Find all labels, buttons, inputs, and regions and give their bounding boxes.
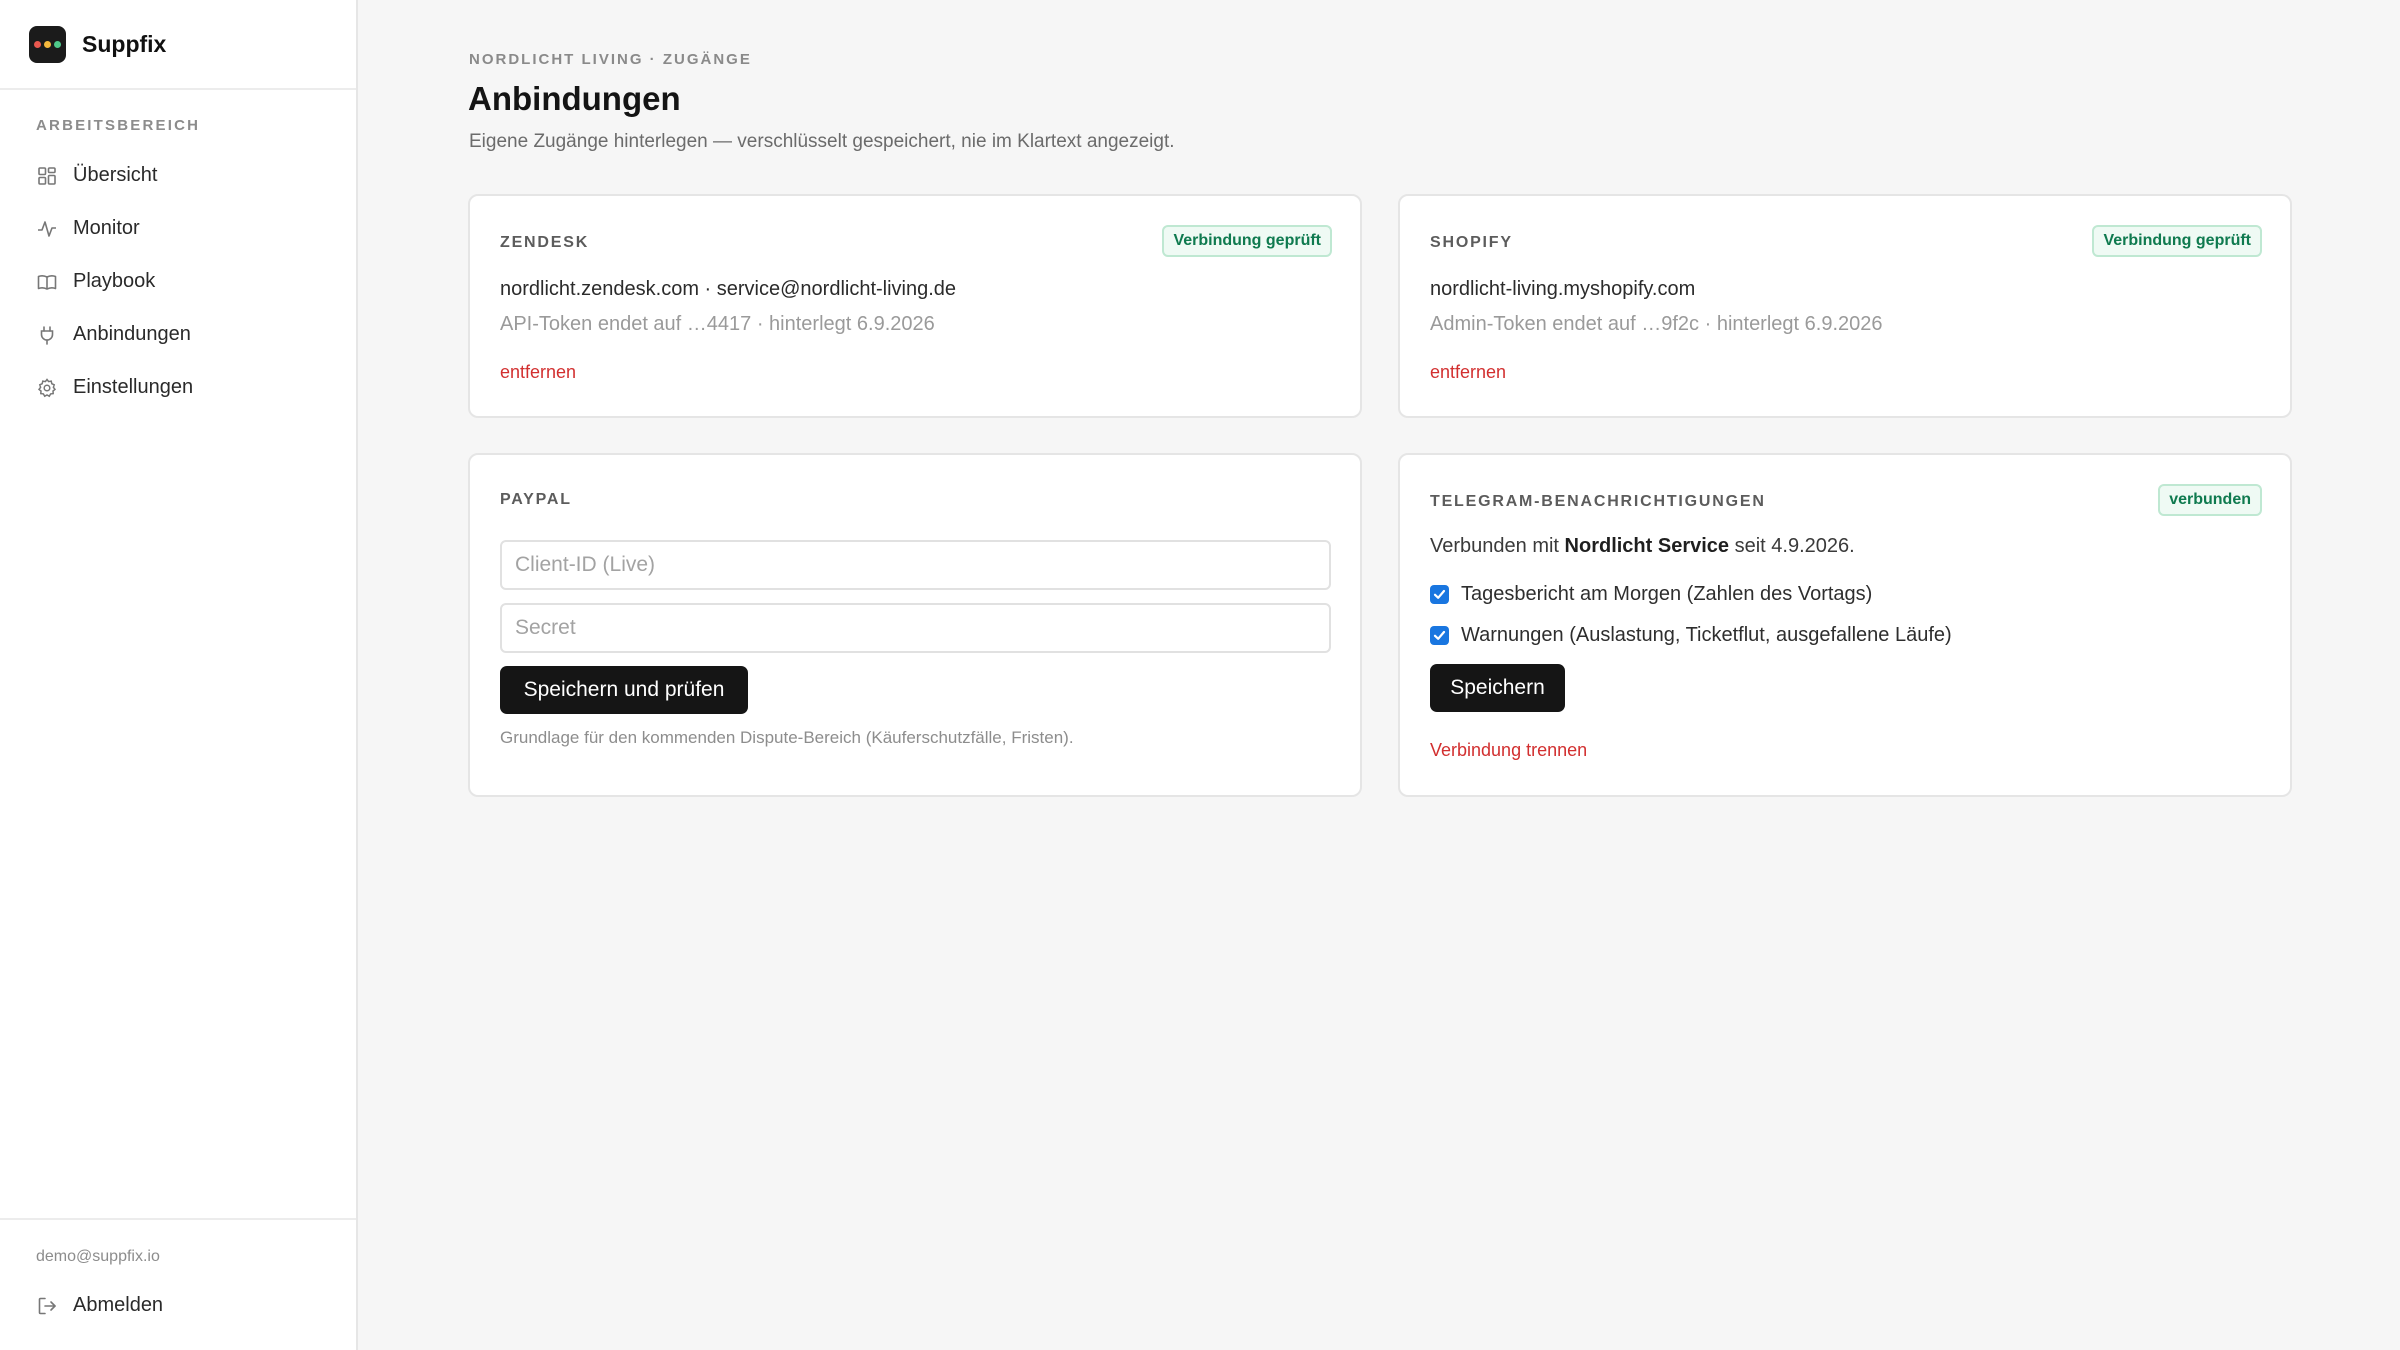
checkmark-icon bbox=[1433, 589, 1446, 599]
sidebar-item-label: Playbook bbox=[73, 270, 156, 292]
sidebar-item-monitor[interactable]: Monitor bbox=[0, 202, 356, 255]
plug-icon bbox=[36, 324, 58, 346]
sidebar: Suppfix ARBEITSBEREICH Übersicht Monitor bbox=[0, 0, 358, 1350]
logo-dot-red bbox=[34, 40, 41, 48]
connected-account-name: Nordlicht Service bbox=[1564, 535, 1730, 557]
book-icon bbox=[36, 271, 58, 293]
sidebar-item-label: Anbindungen bbox=[73, 323, 191, 345]
token-info: Admin-Token endet auf …9f2c · hinterlegt… bbox=[1430, 313, 1883, 335]
sidebar-item-anbindungen[interactable]: Anbindungen bbox=[0, 308, 356, 361]
warnings-checkbox[interactable] bbox=[1430, 626, 1449, 645]
page-title: Anbindungen bbox=[468, 80, 681, 117]
connected-prefix: Verbunden mit bbox=[1430, 535, 1565, 557]
connected-suffix: seit 4.9.2026. bbox=[1729, 535, 1855, 557]
sidebar-item-playbook[interactable]: Playbook bbox=[0, 255, 356, 308]
telegram-connection-text: Verbunden mit Nordlicht Service seit 4.9… bbox=[1430, 535, 1855, 558]
status-badge: Verbindung geprüft bbox=[1162, 225, 1332, 257]
sidebar-nav: Übersicht Monitor Playbook Anbindungen E… bbox=[0, 149, 356, 414]
breadcrumb: NORDLICHT LIVING · ZUGÄNGE bbox=[469, 51, 752, 68]
paypal-card: PAYPAL Speichern und prüfen Grundlage fü… bbox=[468, 453, 1362, 797]
card-title: TELEGRAM-BENACHRICHTIGUNGEN bbox=[1430, 493, 1766, 510]
page-subtitle: Eigene Zugänge hinterlegen — verschlüsse… bbox=[469, 131, 1175, 152]
shopify-card: SHOPIFY Verbindung geprüft nordlicht-liv… bbox=[1398, 194, 2292, 418]
user-email: demo@suppfix.io bbox=[36, 1248, 160, 1265]
app-logo-icon bbox=[29, 25, 66, 63]
remove-link[interactable]: entfernen bbox=[1430, 362, 1506, 383]
grid-icon bbox=[36, 165, 58, 187]
client-id-input[interactable] bbox=[500, 540, 1331, 590]
daily-report-label: Tagesbericht am Morgen (Zahlen des Vorta… bbox=[1461, 583, 1873, 605]
secret-input[interactable] bbox=[500, 603, 1331, 653]
sidebar-item-uebersicht[interactable]: Übersicht bbox=[0, 149, 356, 202]
paypal-hint: Grundlage für den kommenden Dispute-Bere… bbox=[500, 728, 1074, 747]
logout-button[interactable]: Abmelden bbox=[36, 1294, 163, 1317]
connection-details: nordlicht-living.myshopify.com bbox=[1430, 278, 1696, 300]
daily-report-checkbox[interactable] bbox=[1430, 585, 1449, 604]
sidebar-item-label: Übersicht bbox=[73, 164, 158, 186]
logout-label: Abmelden bbox=[73, 1294, 164, 1316]
telegram-card: TELEGRAM-BENACHRICHTIGUNGEN verbunden Ve… bbox=[1398, 453, 2292, 797]
status-badge: verbunden bbox=[2158, 484, 2262, 516]
sidebar-footer: demo@suppfix.io Abmelden bbox=[0, 1218, 356, 1350]
disconnect-link[interactable]: Verbindung trennen bbox=[1430, 740, 1587, 761]
warnings-option[interactable]: Warnungen (Auslastung, Ticketflut, ausge… bbox=[1430, 624, 1952, 647]
warnings-label: Warnungen (Auslastung, Ticketflut, ausge… bbox=[1461, 624, 1952, 646]
daily-report-option[interactable]: Tagesbericht am Morgen (Zahlen des Vorta… bbox=[1430, 583, 1872, 606]
sidebar-section-label: ARBEITSBEREICH bbox=[36, 117, 201, 134]
brand[interactable]: Suppfix bbox=[0, 0, 356, 90]
sidebar-item-label: Monitor bbox=[73, 217, 140, 239]
token-info: API-Token endet auf …4417 · hinterlegt 6… bbox=[500, 313, 935, 335]
logo-dot-yellow bbox=[44, 40, 51, 48]
logo-dot-green bbox=[54, 40, 61, 48]
card-title: SHOPIFY bbox=[1430, 234, 1513, 251]
logout-icon bbox=[36, 1295, 58, 1317]
save-and-verify-button[interactable]: Speichern und prüfen bbox=[500, 666, 748, 714]
checkmark-icon bbox=[1433, 630, 1446, 640]
status-badge: Verbindung geprüft bbox=[2092, 225, 2262, 257]
card-title: PAYPAL bbox=[500, 491, 572, 508]
card-title: ZENDESK bbox=[500, 234, 590, 251]
activity-icon bbox=[36, 218, 58, 240]
remove-link[interactable]: entfernen bbox=[500, 362, 576, 383]
app-name: Suppfix bbox=[82, 30, 167, 57]
sidebar-item-label: Einstellungen bbox=[73, 376, 194, 398]
sidebar-item-einstellungen[interactable]: Einstellungen bbox=[0, 361, 356, 414]
zendesk-card: ZENDESK Verbindung geprüft nordlicht.zen… bbox=[468, 194, 1362, 418]
connection-details: nordlicht.zendesk.com · service@nordlich… bbox=[500, 278, 957, 300]
gear-icon bbox=[36, 377, 58, 399]
telegram-save-button[interactable]: Speichern bbox=[1430, 664, 1565, 712]
